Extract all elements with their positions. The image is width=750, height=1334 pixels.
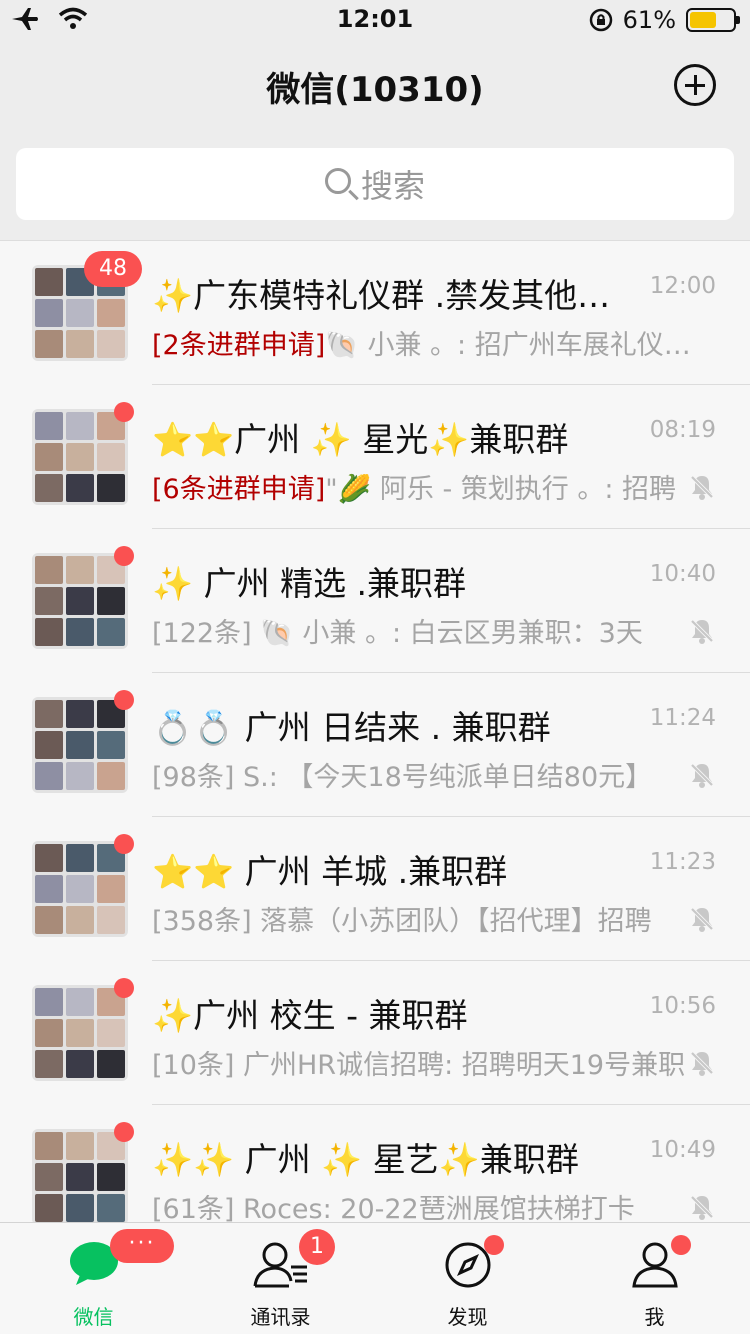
chat-row[interactable]: 💍💍 广州 日结来 . 兼职群 11:24 [98条] S.: 【今天18号纯派单日… <box>0 673 750 817</box>
tab-discover-label: 发现 <box>447 1305 488 1329</box>
group-avatar <box>32 985 128 1081</box>
group-avatar <box>32 1129 128 1222</box>
tab-contacts-badge: 1 <box>299 1229 335 1265</box>
chat-row[interactable]: ⭐⭐广州 ✨ 星光✨兼职群 08:19 [6条进群申请]"🌽 阿乐 - 策划执行 。… <box>0 385 750 529</box>
group-avatar <box>32 841 128 937</box>
chat-title: ✨✨ 广州 ✨ 星艺✨兼职群 <box>152 1140 579 1179</box>
chat-preview: [358条] 落慕（小苏团队）【招代理】招聘 <box>152 899 692 938</box>
chat-row[interactable]: 48 ✨广东模特礼仪群 .禁发其他广告 12:00 [2条进群申请]🐚 小兼 。: 招… <box>0 241 750 385</box>
unread-dot <box>114 834 134 854</box>
tab-chats-label: 微信 <box>73 1305 114 1329</box>
join-request-label: [6条进群申请] <box>152 474 326 505</box>
unread-dot <box>114 402 134 422</box>
chat-preview: [98条] S.: 【今天18号纯派单日结80元】 <box>152 755 692 794</box>
group-avatar <box>32 409 128 505</box>
mute-bell-icon <box>688 1049 716 1077</box>
unread-dot <box>114 1122 134 1142</box>
battery-percent: 61% <box>622 6 676 34</box>
chat-time: 11:23 <box>649 849 716 875</box>
chat-time: 08:19 <box>649 417 716 443</box>
unread-dot <box>114 978 134 998</box>
unread-dot <box>114 690 134 710</box>
chat-time: 10:49 <box>649 1137 716 1163</box>
chat-list: 48 ✨广东模特礼仪群 .禁发其他广告 12:00 [2条进群申请]🐚 小兼 。: 招… <box>0 240 750 1222</box>
tab-chats[interactable]: ··· 微信 <box>0 1223 187 1334</box>
unread-dot <box>114 546 134 566</box>
tab-me-dot <box>671 1235 691 1255</box>
battery-icon <box>686 8 740 32</box>
chat-preview: [10条] 广州HR诚信招聘: 招聘明天19号兼职 <box>152 1043 692 1082</box>
tab-contacts-label: 通讯录 <box>250 1305 311 1329</box>
status-bar: 12:01 61% <box>0 0 750 40</box>
rotation-lock-icon <box>589 8 612 32</box>
tab-contacts[interactable]: 1 通讯录 <box>187 1223 374 1334</box>
chat-title: ⭐⭐广州 ✨ 星光✨兼职群 <box>152 420 569 459</box>
chat-preview: [61条] Roces: 20-22琶洲展馆扶梯打卡 <box>152 1187 692 1222</box>
chat-time: 11:24 <box>649 705 716 731</box>
chat-title: ⭐⭐ 广州 羊城 .兼职群 <box>152 852 508 891</box>
chat-preview-text: [98条] S.: 【今天18号纯派单日结80元】 <box>152 762 653 793</box>
tab-discover[interactable]: 发现 <box>374 1223 561 1334</box>
mute-bell-icon <box>688 617 716 645</box>
chat-preview-text: "🌽 阿乐 - 策划执行 。: 招聘 <box>325 474 677 505</box>
search-icon <box>324 168 351 194</box>
mute-bell-icon <box>688 473 716 501</box>
chat-row[interactable]: ⭐⭐ 广州 羊城 .兼职群 11:23 [358条] 落慕（小苏团队）【招代理】招聘 <box>0 817 750 961</box>
chat-row[interactable]: ✨ 广州 精选 .兼职群 10:40 [122条] 🐚 小兼 。: 白云区男兼职：3… <box>0 529 750 673</box>
mute-bell-icon <box>688 761 716 789</box>
mute-bell-icon <box>688 905 716 933</box>
chat-preview-text: [122条] 🐚 小兼 。: 白云区男兼职：3天 <box>152 618 643 649</box>
chat-preview-text: [358条] 落慕（小苏团队）【招代理】招聘 <box>152 906 652 937</box>
chat-title: ✨广东模特礼仪群 .禁发其他广告 <box>152 276 642 315</box>
tab-chats-badge: ··· <box>110 1229 174 1263</box>
group-avatar <box>32 553 128 649</box>
group-avatar <box>32 697 128 793</box>
chat-preview-text: 🐚 小兼 。: 招广州车展礼仪模特 <box>325 330 692 361</box>
chat-time: 10:40 <box>649 561 716 587</box>
chat-preview-text: [61条] Roces: 20-22琶洲展馆扶梯打卡 <box>152 1194 635 1222</box>
chat-title: 💍💍 广州 日结来 . 兼职群 <box>152 708 551 747</box>
tab-me-label: 我 <box>644 1305 665 1329</box>
chat-time: 12:00 <box>649 273 716 299</box>
chat-title: ✨广州 校生 - 兼职群 <box>152 996 468 1035</box>
add-plus-button[interactable] <box>674 64 716 106</box>
chat-preview: [2条进群申请]🐚 小兼 。: 招广州车展礼仪模特 <box>152 323 692 362</box>
tab-discover-dot <box>484 1235 504 1255</box>
chat-preview-text: [10条] 广州HR诚信招聘: 招聘明天19号兼职 <box>152 1050 686 1081</box>
mute-bell-icon <box>688 1193 716 1221</box>
tab-me[interactable]: 我 <box>561 1223 748 1334</box>
search-bar[interactable]: 搜索 <box>16 148 734 220</box>
unread-count-badge: 48 <box>84 251 142 287</box>
chat-row[interactable]: ✨✨ 广州 ✨ 星艺✨兼职群 10:49 [61条] Roces: 20-22琶洲展… <box>0 1105 750 1222</box>
page-title: 微信(10310) <box>266 70 484 110</box>
chat-row[interactable]: ✨广州 校生 - 兼职群 10:56 [10条] 广州HR诚信招聘: 招聘明天19号… <box>0 961 750 1105</box>
search-placeholder: 搜索 <box>360 167 425 205</box>
chat-preview: [6条进群申请]"🌽 阿乐 - 策划执行 。: 招聘 <box>152 467 692 506</box>
tab-bar: ··· 微信 1 通讯录 发现 我 <box>0 1222 750 1334</box>
nav-bar: 微信(10310) <box>0 40 750 130</box>
chat-title: ✨ 广州 精选 .兼职群 <box>152 564 467 603</box>
join-request-label: [2条进群申请] <box>152 330 326 361</box>
chat-time: 10:56 <box>649 993 716 1019</box>
chat-preview: [122条] 🐚 小兼 。: 白云区男兼职：3天 <box>152 611 692 650</box>
